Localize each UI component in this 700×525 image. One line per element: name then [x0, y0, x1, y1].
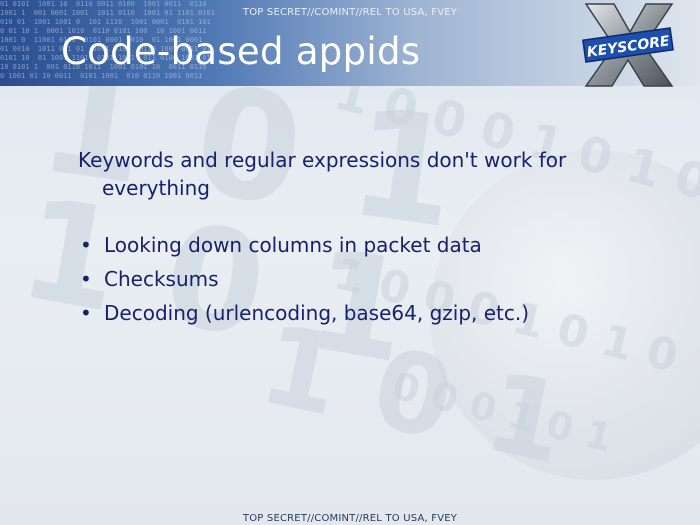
bullet-text: Looking down columns in packet data [104, 233, 482, 257]
binary-watermark: 0 0 0 1 0 1 [388, 363, 617, 461]
bullet-icon: • [80, 233, 92, 257]
bullet-icon: • [80, 301, 92, 325]
slide-body: Keywords and regular expressions don't w… [78, 146, 668, 330]
intro-text: Keywords and regular expressions don't w… [78, 148, 567, 200]
keyscore-logo: KEYSCORE [582, 3, 674, 87]
classification-banner-bottom: TOP SECRET//COMINT//REL TO USA, FVEY [242, 513, 458, 524]
bullet-text: Decoding (urlencoding, base64, gzip, etc… [104, 301, 530, 325]
bullet-text: Checksums [104, 267, 219, 291]
bullet-list: • Looking down columns in packet data • Ch… [78, 228, 668, 330]
bullet-item: • Decoding (urlencoding, base64, gzip, et… [78, 296, 668, 330]
bullet-icon: • [80, 267, 92, 291]
bullet-item: • Looking down columns in packet data [78, 228, 668, 262]
bullet-item: • Checksums [78, 262, 668, 296]
slide-title: Code-based appids [61, 30, 421, 73]
